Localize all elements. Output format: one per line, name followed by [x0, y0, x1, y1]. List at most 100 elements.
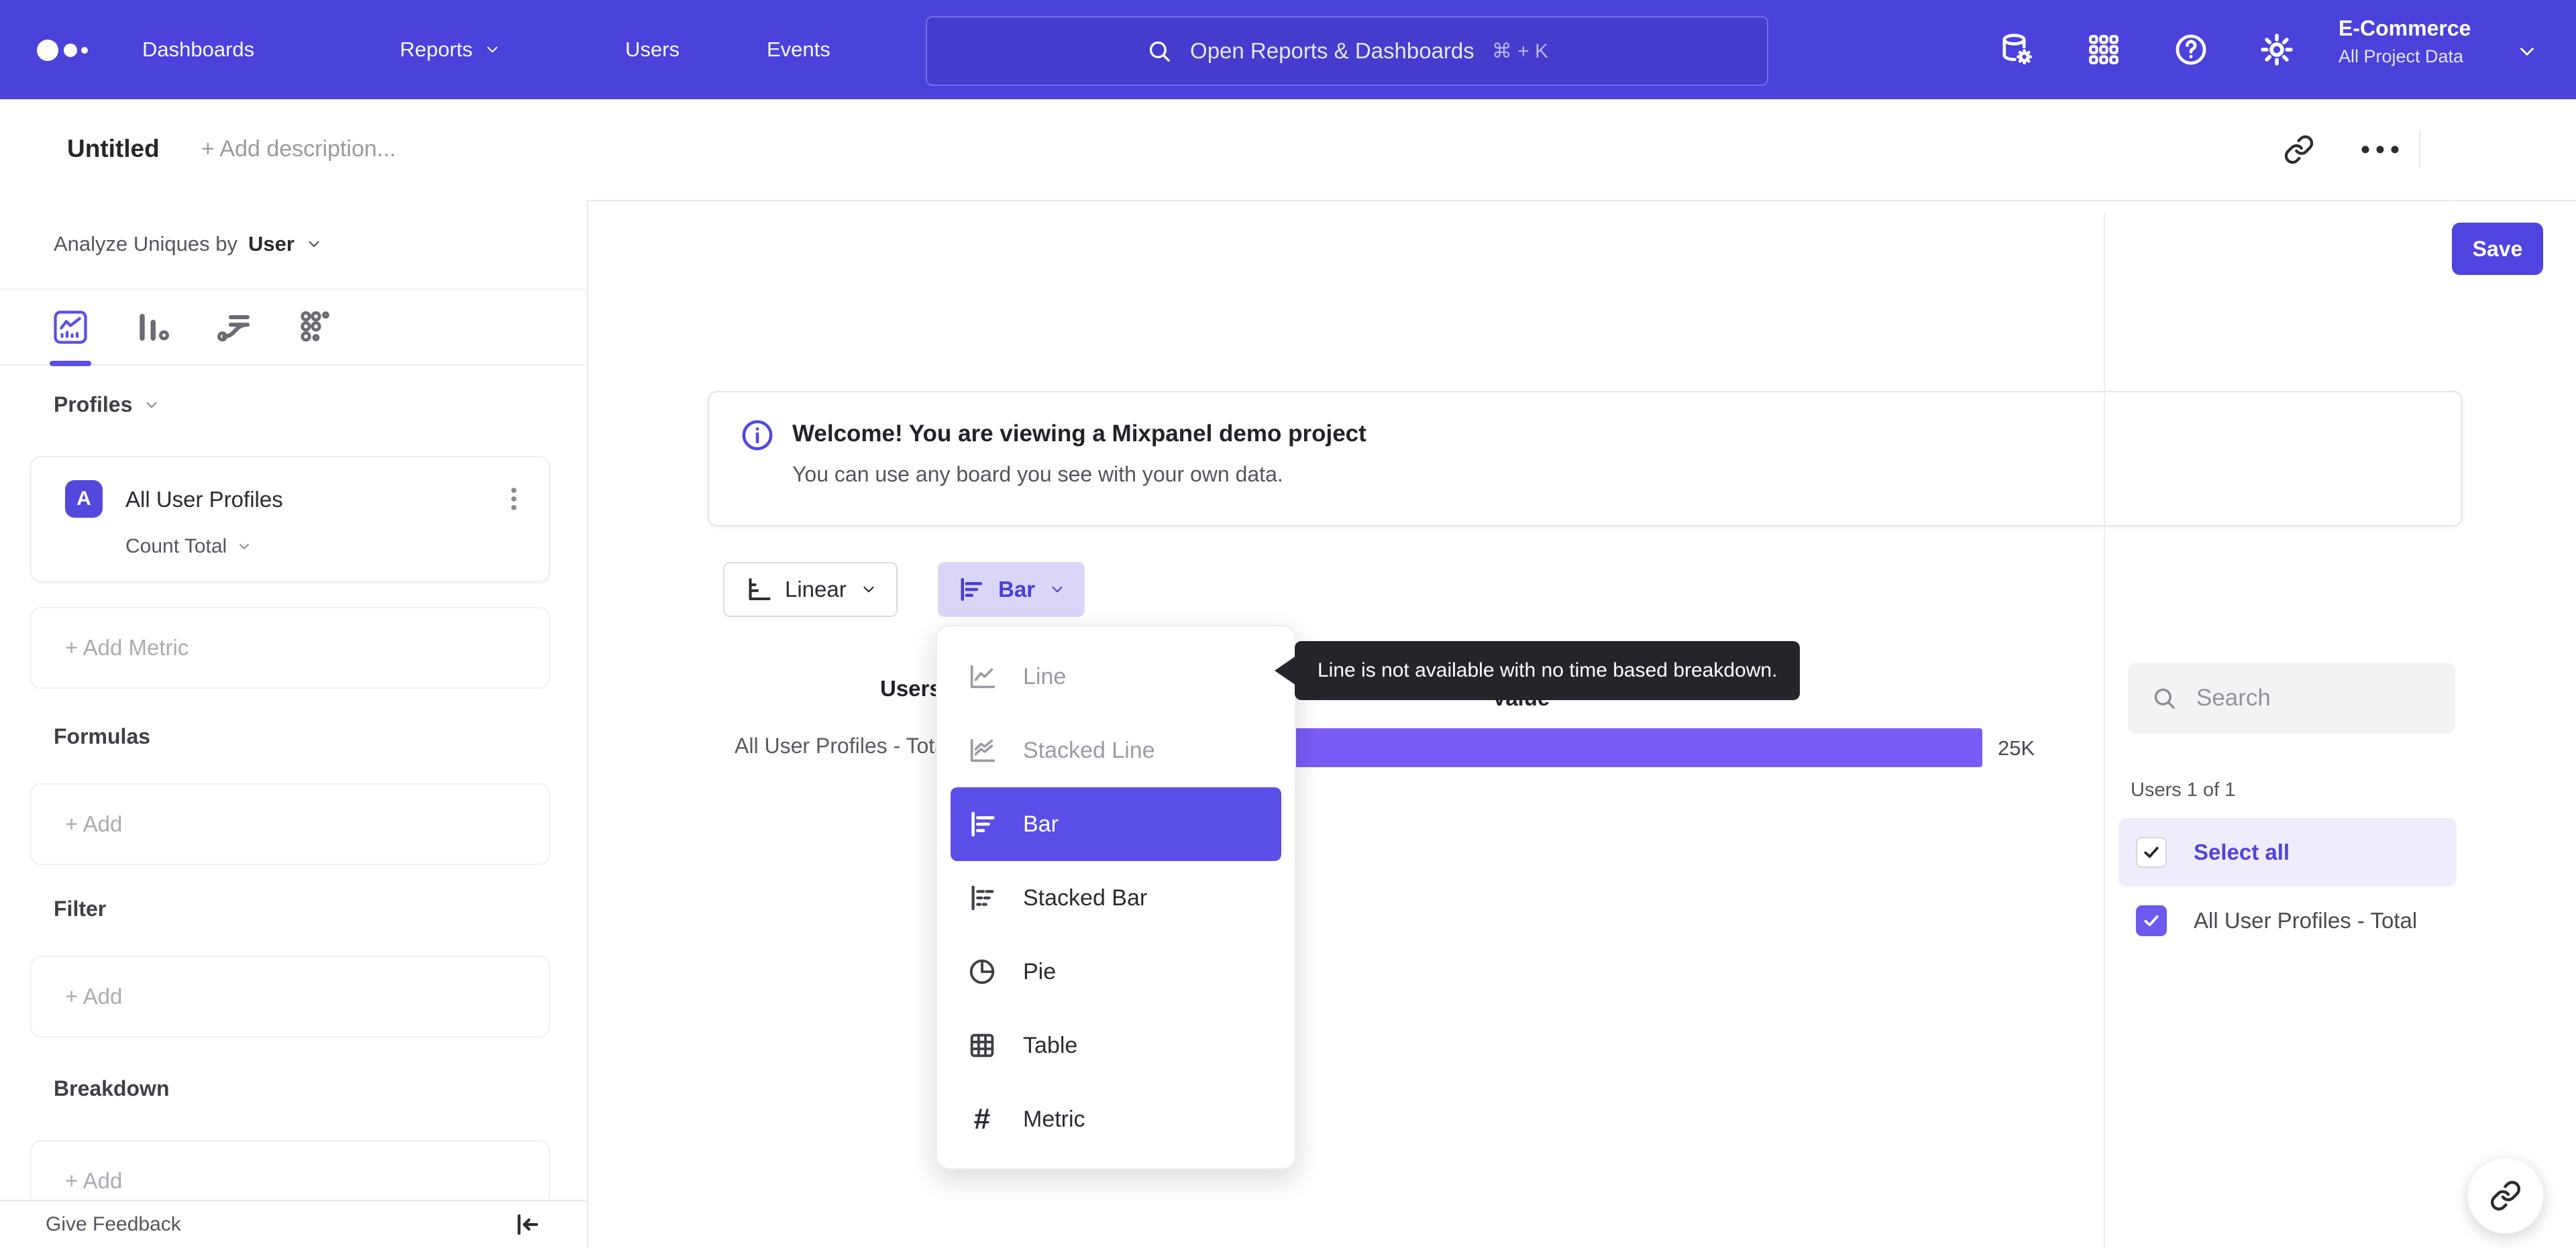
menu-item-bar-label: Bar	[1023, 811, 1059, 837]
breakdown-heading-label: Breakdown	[54, 1076, 170, 1100]
series-checkbox[interactable]	[2136, 905, 2167, 936]
analyze-row: Analyze Uniques by User	[0, 200, 586, 290]
select-all-label: Select all	[2194, 840, 2290, 864]
menu-item-metric-label: Metric	[1023, 1106, 1085, 1132]
nav-events-label: Events	[767, 38, 830, 61]
report-tabs	[0, 290, 586, 366]
chart-column-header-users: Users	[880, 676, 942, 701]
series-search-input[interactable]	[2195, 684, 2426, 712]
apps-grid-icon[interactable]	[2085, 31, 2123, 68]
give-feedback-link[interactable]: Give Feedback	[46, 1213, 181, 1236]
series-row[interactable]: All User Profiles - Total	[2118, 887, 2457, 955]
scale-chevron-down-icon	[863, 586, 874, 593]
check-icon	[2144, 915, 2159, 927]
metric-badge: A	[65, 480, 103, 518]
report-title[interactable]: Untitled	[67, 99, 160, 198]
menu-item-table[interactable]: Table	[937, 1009, 1295, 1082]
profiles-heading-label: Profiles	[54, 392, 133, 416]
profiles-section-header[interactable]: Profiles	[54, 392, 160, 417]
tab-flows[interactable]	[214, 307, 254, 347]
formulas-section-header: Formulas	[54, 724, 150, 749]
panel-divider	[2104, 213, 2105, 1248]
banner-subtitle: You can use any board you see with your …	[792, 462, 1283, 486]
search-shortcut: ⌘ + K	[1491, 40, 1548, 62]
mixpanel-logo-icon[interactable]	[37, 39, 101, 62]
sidebar-footer: Give Feedback	[0, 1200, 586, 1248]
chart-type-select[interactable]: Bar	[938, 562, 1085, 617]
select-all-row[interactable]: Select all	[2118, 818, 2457, 887]
aggregation-select[interactable]: Count Total	[125, 535, 252, 558]
add-filter-button[interactable]: + Add	[30, 956, 550, 1037]
project-switcher[interactable]: E-Commerce All Project Data	[2339, 16, 2540, 67]
link-icon	[2490, 1180, 2521, 1211]
add-formula-button[interactable]: + Add	[30, 783, 550, 865]
menu-item-stacked-line-label: Stacked Line	[1023, 737, 1155, 763]
tab-retention[interactable]	[296, 307, 336, 347]
global-search-placeholder: Open Reports & Dashboards	[1190, 38, 1474, 63]
formulas-heading-label: Formulas	[54, 724, 151, 748]
more-options-icon[interactable]	[2359, 141, 2402, 158]
menu-item-pie-label: Pie	[1023, 958, 1057, 984]
horizontal-bar-chart-icon	[961, 577, 983, 602]
aggregation-label: Count Total	[125, 535, 227, 557]
add-description-button[interactable]: + Add description...	[201, 99, 396, 198]
nav-dashboards[interactable]: Dashboards	[142, 0, 254, 99]
gear-icon[interactable]	[2258, 31, 2296, 68]
nav-reports-label: Reports	[400, 38, 473, 61]
stacked-line-chart-icon	[970, 738, 996, 762]
menu-item-pie[interactable]: Pie	[937, 935, 1295, 1009]
collapse-sidebar-icon[interactable]	[513, 1210, 541, 1239]
chevron-down-icon	[486, 46, 498, 53]
nav-dashboards-label: Dashboards	[142, 38, 255, 61]
project-name: E-Commerce	[2339, 16, 2471, 40]
menu-item-bar[interactable]: Bar	[951, 787, 1281, 861]
menu-item-stacked-line: Stacked Line	[937, 714, 1295, 787]
metric-card[interactable]: A All User Profiles Count Total	[30, 456, 550, 582]
analyze-chevron-down-icon[interactable]	[305, 235, 323, 253]
profiles-chevron-down-icon	[146, 402, 157, 408]
menu-item-table-label: Table	[1023, 1032, 1078, 1058]
global-search-button[interactable]: Open Reports & Dashboards ⌘ + K	[926, 16, 1768, 86]
nav-users[interactable]: Users	[625, 0, 680, 99]
menu-item-stacked-bar[interactable]: Stacked Bar	[937, 861, 1295, 935]
copy-link-icon[interactable]	[2284, 134, 2314, 165]
data-management-icon[interactable]	[1998, 31, 2035, 68]
tab-funnels[interactable]	[132, 307, 172, 347]
breakdown-section-header: Breakdown	[54, 1076, 169, 1101]
chart-row-label: All User Profiles - Total	[735, 734, 952, 758]
menu-item-stacked-bar-label: Stacked Bar	[1023, 885, 1148, 911]
scale-label: Linear	[785, 577, 847, 602]
save-button[interactable]: Save	[2452, 223, 2543, 275]
analyze-entity-select[interactable]: User	[248, 232, 294, 256]
chart-type-menu: Line Stacked Line Bar Stacked Bar Pie Ta…	[936, 625, 1296, 1170]
nav-reports[interactable]: Reports	[400, 0, 501, 99]
analyze-label: Analyze Uniques by	[54, 232, 237, 256]
share-link-button[interactable]	[2467, 1157, 2544, 1234]
axis-icon	[749, 578, 771, 601]
kebab-menu-icon[interactable]	[499, 484, 529, 514]
metric-name[interactable]: All User Profiles	[125, 487, 283, 512]
pie-chart-icon	[969, 959, 995, 984]
stacked-bar-chart-icon	[971, 885, 994, 911]
tooltip: Line is not available with no time based…	[1295, 641, 1801, 700]
search-icon	[1149, 41, 1170, 62]
top-nav: Dashboards Reports Users Events Open Rep…	[0, 0, 2576, 99]
select-all-checkbox[interactable]	[2136, 837, 2167, 868]
mixpanel-app: Dashboards Reports Users Events Open Rep…	[0, 0, 2576, 1248]
chart-bar-value: 25K	[1998, 736, 2035, 760]
series-search[interactable]	[2128, 663, 2455, 734]
menu-item-metric[interactable]: # Metric	[937, 1082, 1295, 1156]
nav-events[interactable]: Events	[767, 0, 830, 99]
menu-item-line-label: Line	[1023, 663, 1067, 689]
tab-insights[interactable]	[50, 307, 91, 366]
search-icon	[2154, 688, 2175, 709]
add-metric-button[interactable]: + Add Metric	[30, 607, 550, 689]
line-chart-icon	[970, 665, 996, 689]
tooltip-arrow	[1275, 656, 1296, 685]
query-builder-sidebar: Analyze Uniques by User Profiles A All U…	[0, 200, 588, 1248]
info-icon	[742, 420, 773, 451]
project-scope: All Project Data	[2339, 46, 2464, 66]
scale-select[interactable]: Linear	[723, 562, 898, 617]
help-icon[interactable]	[2172, 31, 2210, 68]
project-chevron-down-icon[interactable]	[2516, 40, 2538, 63]
